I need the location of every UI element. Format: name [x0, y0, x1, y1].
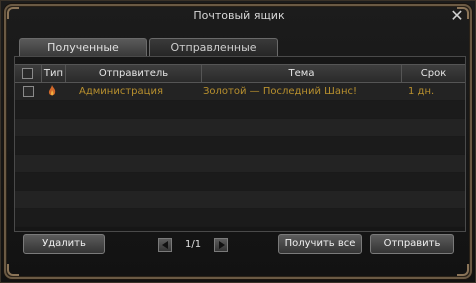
send-button[interactable]: Отправить: [370, 234, 454, 254]
next-page-button[interactable]: [214, 238, 228, 252]
chevron-right-icon: [219, 241, 225, 249]
fire-icon: [48, 85, 56, 96]
mailbox-window: Почтовый ящик ✕ Полученные Отправленные …: [0, 0, 476, 283]
receive-all-button[interactable]: Получить все: [278, 234, 362, 254]
frame-corner: [7, 264, 19, 276]
close-icon[interactable]: ✕: [449, 8, 465, 24]
row-checkbox[interactable]: [23, 86, 34, 97]
column-type[interactable]: Тип: [41, 65, 65, 82]
chevron-left-icon: [162, 241, 168, 249]
column-term[interactable]: Срок: [401, 65, 465, 82]
table-row: [15, 209, 465, 227]
page-indicator: 1/1: [185, 239, 202, 250]
tab-sent[interactable]: Отправленные: [149, 38, 278, 56]
row-sender: Администрация: [79, 86, 163, 97]
column-sender[interactable]: Отправитель: [65, 65, 201, 82]
select-all-cell: [15, 65, 41, 82]
column-subject[interactable]: Тема: [201, 65, 401, 82]
tab-received[interactable]: Полученные: [19, 38, 147, 56]
table-header: Тип Отправитель Тема Срок: [15, 64, 465, 83]
table-row[interactable]: Администрация Золотой — Последний Шанс! …: [15, 83, 465, 101]
table-row: [15, 173, 465, 191]
mail-list-panel: Тип Отправитель Тема Срок Администрация …: [14, 56, 466, 232]
frame-corner: [457, 264, 469, 276]
prev-page-button[interactable]: [158, 238, 172, 252]
row-term: 1 дн.: [408, 86, 435, 97]
row-subject: Золотой — Последний Шанс!: [203, 86, 358, 97]
mail-rows: Администрация Золотой — Последний Шанс! …: [15, 83, 465, 227]
delete-button[interactable]: Удалить: [23, 234, 105, 254]
window-title: Почтовый ящик: [193, 9, 285, 22]
table-row: [15, 101, 465, 119]
select-all-checkbox[interactable]: [22, 68, 33, 79]
table-row: [15, 137, 465, 155]
table-row: [15, 119, 465, 137]
table-row: [15, 155, 465, 173]
table-row: [15, 191, 465, 209]
